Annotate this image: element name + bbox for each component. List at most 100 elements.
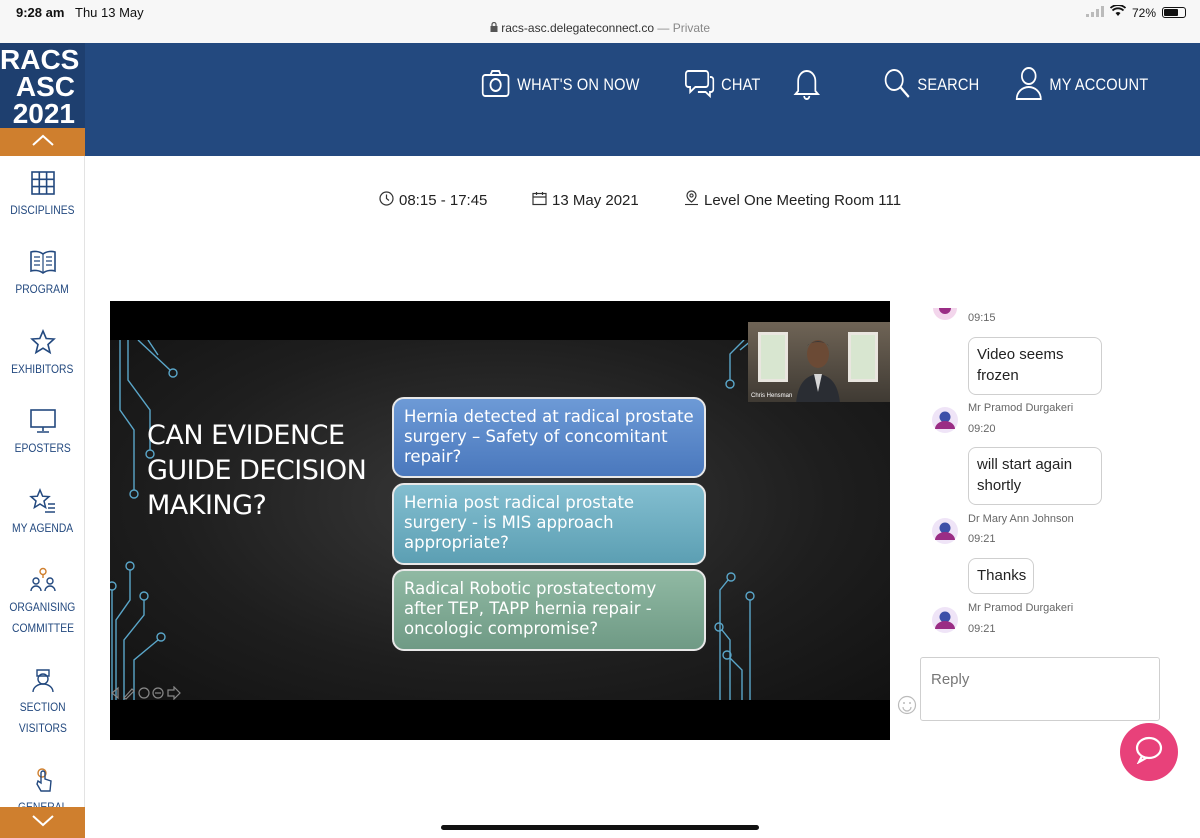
- battery-icon: [1162, 7, 1186, 18]
- nurse-icon: [0, 667, 85, 693]
- sidebar-item-label: PROGRAM: [15, 282, 70, 296]
- slide-title-line-3: MAKING?: [147, 490, 267, 521]
- sidebar-item-label-2: VISITORS: [18, 721, 67, 735]
- chat-avatar-partial: [931, 308, 959, 329]
- message-author: Mr Pramod Durgakeri: [968, 402, 1074, 414]
- sidebar-item-label-2: COMMITTEE: [11, 621, 74, 635]
- session-location-text: Level One Meeting Room 111: [704, 191, 902, 209]
- sidebar-item-label: EPOSTERS: [14, 441, 71, 455]
- sidebar-item-disciplines[interactable]: DISCIPLINES: [0, 170, 85, 221]
- logo-line-3: 2021: [12, 98, 75, 129]
- sidebar-item-section-visitors[interactable]: SECTION VISITORS: [0, 667, 85, 739]
- nav-search[interactable]: SEARCH: [883, 67, 979, 104]
- sidebar-item-exhibitors[interactable]: EXHIBITORS: [0, 329, 85, 380]
- nav-whats-on-now[interactable]: WHAT'S ON NOW: [481, 68, 640, 103]
- sidebar-item-label: MY AGENDA: [11, 521, 74, 535]
- user-avatar-icon: [931, 606, 959, 634]
- user-avatar-icon: [931, 517, 959, 545]
- people-icon: [0, 567, 85, 593]
- sidebar-item-my-agenda[interactable]: MY AGENDA: [0, 488, 85, 539]
- sidebar-item-label: ORGANISING: [9, 600, 76, 614]
- bell-icon: [793, 66, 827, 105]
- sidebar-item-organising-committee[interactable]: ORGANISING COMMITTEE: [0, 567, 85, 639]
- lock-icon: [490, 21, 501, 35]
- user-icon: [1015, 66, 1049, 105]
- url-text: racs-asc.delegateconnect.co: [501, 21, 655, 35]
- chat-message-bubble: will start again shortly: [968, 447, 1102, 505]
- session-time-text: 08:15 - 17:45: [399, 191, 488, 209]
- nav-account-label: MY ACCOUNT: [1049, 75, 1149, 94]
- slide-controls[interactable]: [110, 685, 182, 703]
- wifi-icon: [1109, 4, 1127, 20]
- session-date: 13 May 2021: [532, 188, 639, 212]
- star-list-icon: [0, 488, 85, 514]
- chat-bubble-icon: [685, 67, 721, 104]
- hand-icon: [0, 767, 85, 793]
- nav-chat[interactable]: CHAT: [685, 67, 761, 104]
- signal-icon: [1085, 5, 1104, 20]
- slide-title-line-1: CAN EVIDENCE: [147, 420, 345, 451]
- location-pin-icon: [684, 190, 704, 210]
- status-right: 72%: [1085, 4, 1186, 20]
- chevron-down-icon: [31, 814, 54, 832]
- background-window: [848, 332, 878, 382]
- nav-my-account[interactable]: MY ACCOUNT: [1015, 66, 1148, 105]
- logo-line-2: ASC: [15, 71, 75, 102]
- slide-box-2: Hernia post radical prostate surgery - i…: [392, 483, 706, 565]
- status-date: Thu 13 May: [75, 5, 144, 20]
- chat-message-bubble: Video seems frozen: [968, 337, 1102, 395]
- privacy-label: — Private: [657, 21, 711, 35]
- chat-launcher-button[interactable]: [1120, 723, 1178, 781]
- sidebar-item-label: SECTION: [19, 700, 66, 714]
- message-time: 09:15: [968, 312, 996, 324]
- ios-status-bar: 9:28 am Thu 13 May racs-asc.delegateconn…: [0, 0, 1200, 43]
- user-avatar-icon: [931, 406, 959, 434]
- speaker-figure: [796, 340, 840, 402]
- grid-icon: [0, 170, 85, 196]
- chevron-up-icon: [31, 133, 54, 151]
- speaker-camera-thumbnail[interactable]: Chris Hensman: [748, 322, 890, 402]
- camera-icon: [481, 68, 517, 103]
- sidebar-item-label: DISCIPLINES: [10, 203, 75, 217]
- logo-line-1: RACS: [0, 44, 80, 75]
- slide-title: CAN EVIDENCE GUIDE DECISION MAKING?: [147, 418, 367, 523]
- home-indicator[interactable]: [441, 825, 759, 830]
- speaker-name: Chris Hensman: [751, 393, 793, 399]
- search-icon: [883, 67, 917, 104]
- clock-icon: [379, 190, 399, 210]
- session-location: Level One Meeting Room 111: [684, 188, 901, 212]
- slide-title-line-2: GUIDE DECISION: [147, 455, 367, 486]
- sidebar-item-eposters[interactable]: EPOSTERS: [0, 408, 85, 459]
- nav-search-label: SEARCH: [917, 75, 980, 94]
- status-time: 9:28 am: [16, 5, 65, 20]
- main-nav: WHAT'S ON NOW CHAT SEARCH MY ACCOUNT: [461, 65, 1170, 105]
- message-time: 09:21: [968, 533, 996, 545]
- monitor-icon: [0, 408, 85, 434]
- slide-box-1: Hernia detected at radical prostate surg…: [392, 397, 706, 478]
- star-icon: [0, 329, 85, 355]
- message-time: 09:20: [968, 423, 996, 435]
- book-icon: [0, 249, 85, 275]
- calendar-icon: [532, 191, 552, 210]
- message-time: 09:21: [968, 623, 996, 635]
- nav-whats-on-label: WHAT'S ON NOW: [516, 75, 640, 94]
- slide-box-3: Radical Robotic prostatectomy after TEP,…: [392, 569, 706, 651]
- sidebar-scroll-down[interactable]: [0, 807, 85, 838]
- message-author: Mr Pramod Durgakeri: [968, 602, 1074, 614]
- racs-asc-logo[interactable]: RACS ASC 2021: [0, 43, 85, 128]
- message-author: Dr Mary Ann Johnson: [968, 513, 1074, 525]
- address-bar[interactable]: racs-asc.delegateconnect.co — Private: [0, 21, 1200, 35]
- speech-bubble-icon: [1134, 736, 1164, 769]
- nav-notifications[interactable]: [793, 66, 827, 105]
- top-header: RACS ASC 2021 WHAT'S ON NOW CHAT SEARCH: [0, 43, 1200, 156]
- reply-placeholder: Reply: [931, 671, 970, 688]
- sidebar-scroll-up[interactable]: [0, 128, 85, 156]
- sidebar-item-label: EXHIBITORS: [11, 362, 74, 376]
- session-date-text: 13 May 2021: [552, 191, 639, 209]
- session-time: 08:15 - 17:45: [379, 188, 487, 212]
- nav-chat-label: CHAT: [721, 75, 761, 94]
- background-window: [758, 332, 788, 382]
- chat-message-bubble: Thanks: [968, 558, 1034, 594]
- sidebar-item-program[interactable]: PROGRAM: [0, 249, 85, 300]
- reply-input[interactable]: Reply: [897, 657, 1160, 721]
